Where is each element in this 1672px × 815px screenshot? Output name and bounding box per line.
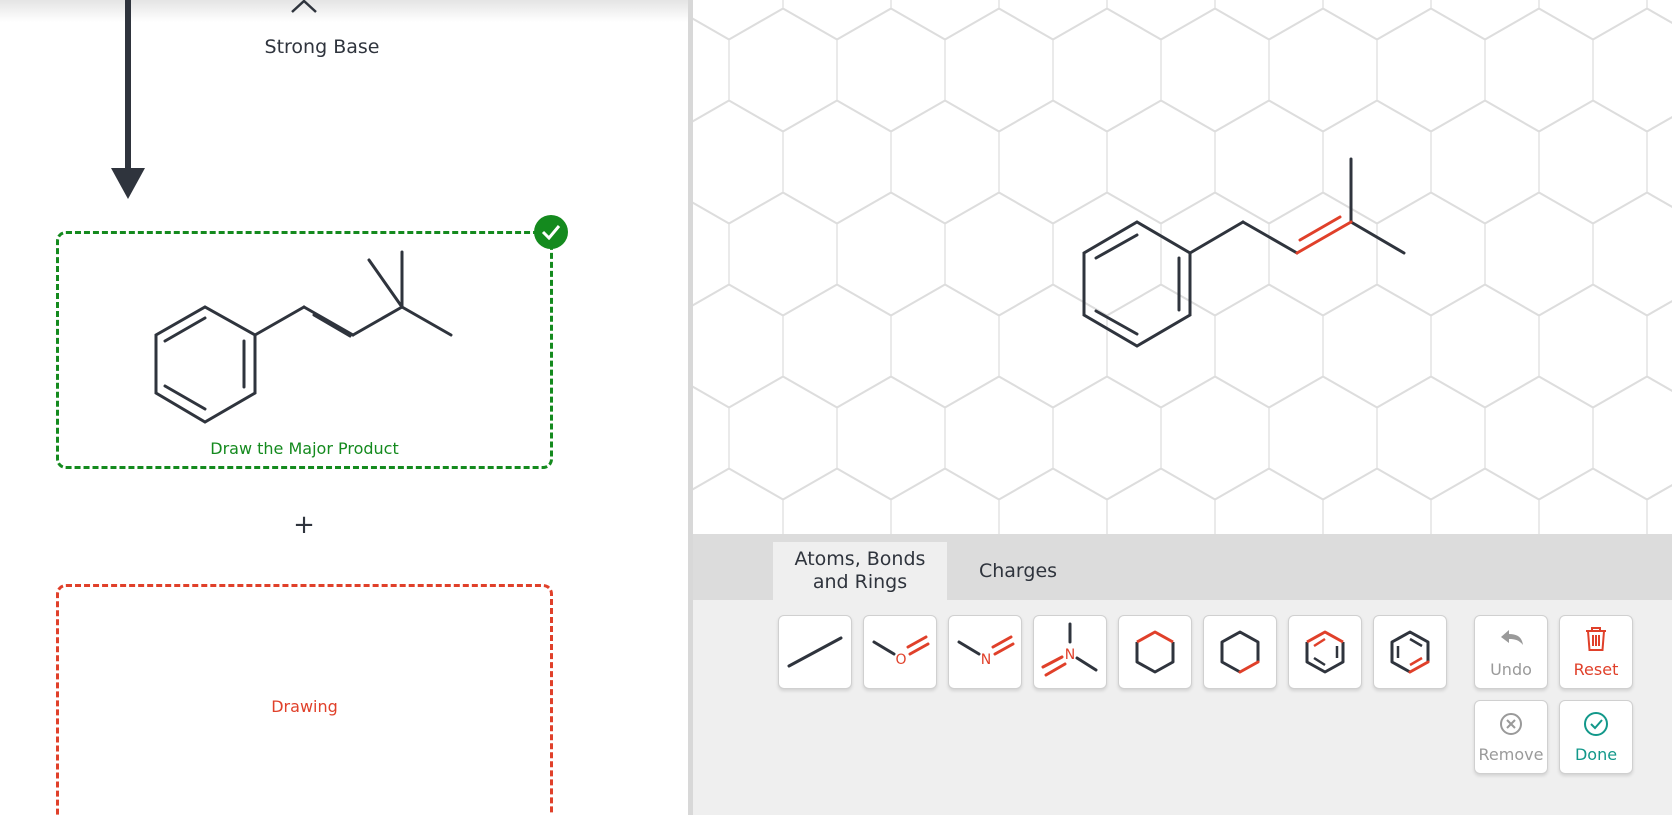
undo-icon: [1475, 626, 1547, 654]
correct-check-icon: [534, 215, 568, 249]
svg-text:O: O: [895, 652, 906, 668]
oxygen-double-bond-tool[interactable]: O: [863, 615, 937, 689]
left-panel: Strong Base Draw the Major Product + Dra…: [0, 0, 688, 815]
check-circle-icon: [1560, 711, 1632, 739]
byproduct-box[interactable]: Drawing: [56, 584, 553, 815]
byproduct-label: Drawing: [271, 697, 338, 716]
svg-text:N: N: [1065, 647, 1075, 663]
benzene-top-tool[interactable]: [1288, 615, 1362, 689]
cyclohexane-bottom-tool[interactable]: [1203, 615, 1277, 689]
remove-icon: [1475, 711, 1547, 739]
nitrogen-double-bond-tool[interactable]: N: [948, 615, 1022, 689]
collapse-chevron-icon: [291, 0, 317, 13]
tab-bar: Atoms, Bonds and Rings Charges: [693, 534, 1672, 600]
nitrogen-double-bond-icon: N: [957, 635, 1015, 668]
reagent-label: Strong Base: [264, 36, 380, 58]
benzene-bottom-tool[interactable]: [1373, 615, 1447, 689]
plus-sign: +: [293, 510, 315, 540]
cyclohexane-icon: [1135, 630, 1175, 674]
tab-atoms-bonds-rings[interactable]: Atoms, Bonds and Rings: [773, 542, 947, 600]
svg-text:N: N: [981, 652, 991, 668]
single-bond-tool[interactable]: [778, 615, 852, 689]
reaction-arrow: [111, 0, 317, 199]
remove-button[interactable]: Remove: [1474, 700, 1548, 774]
single-bond-icon: [787, 636, 843, 668]
oxygen-double-bond-icon: O: [872, 635, 930, 668]
canvas-structure: [1082, 157, 1406, 348]
drawing-canvas[interactable]: [693, 0, 1672, 534]
nitrogen-branched-tool[interactable]: N: [1033, 615, 1107, 689]
tab-charges[interactable]: Charges: [955, 542, 1081, 600]
trash-icon: [1560, 626, 1632, 654]
benzene-icon: [1305, 630, 1345, 674]
reset-button[interactable]: Reset: [1559, 615, 1633, 689]
cyclohexane-alt-icon: [1220, 630, 1260, 674]
benzene-alt-icon: [1390, 630, 1430, 674]
undo-button[interactable]: Undo: [1474, 615, 1548, 689]
cyclohexane-top-tool[interactable]: [1118, 615, 1192, 689]
done-button[interactable]: Done: [1559, 700, 1633, 774]
editor-toolbar: Atoms, Bonds and Rings Charges O N N Und…: [693, 534, 1672, 815]
product-structure: [154, 250, 453, 424]
nitrogen-branched-icon: N: [1041, 622, 1098, 677]
